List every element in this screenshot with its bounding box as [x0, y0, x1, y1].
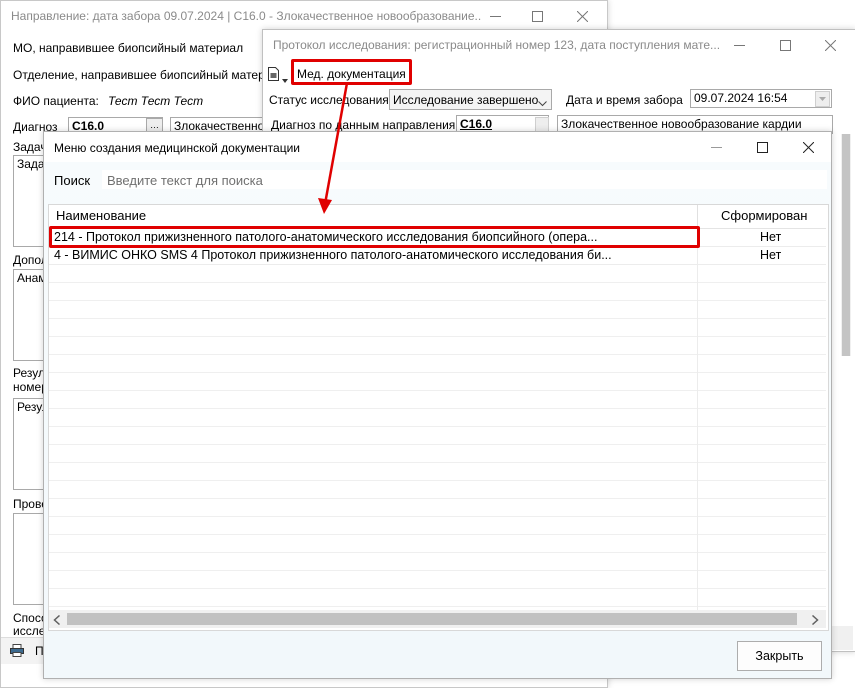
close-icon[interactable]: [810, 30, 850, 60]
minimize-icon[interactable]: [719, 30, 759, 60]
dialog-title: Меню создания медицинской документации: [54, 141, 300, 155]
direction-window-title: Направление: дата забора 09.07.2024 | C1…: [11, 9, 481, 23]
dialog-titlebar: Меню создания медицинской документации: [44, 132, 831, 162]
mo-label: МО, направившее биопсийный материал: [13, 41, 244, 55]
search-label: Поиск: [54, 173, 91, 188]
task-label: Задач: [13, 140, 47, 154]
search-placeholder: Введите текст для поиска: [107, 173, 263, 188]
row-formed-cell: Нет: [760, 248, 782, 262]
highlight-first-row: [49, 226, 700, 248]
horizontal-scrollbar[interactable]: [49, 610, 826, 628]
column-header-name[interactable]: Наименование: [56, 208, 146, 223]
horizontal-scrollbar-thumb[interactable]: [67, 613, 797, 625]
row-formed-cell: Нет: [760, 230, 782, 244]
method-label-line2: иссле: [13, 624, 46, 638]
close-dialog-button[interactable]: Закрыть: [737, 641, 822, 671]
row-name-cell: 4 - ВИМИС ОНКО SMS 4 Протокол прижизненн…: [54, 248, 612, 262]
printer-icon[interactable]: [10, 644, 24, 660]
scroll-left-icon[interactable]: [53, 614, 61, 628]
status-select-value: Исследование завершено: [393, 93, 539, 107]
column-divider: [697, 205, 698, 228]
collection-date-label: Дата и время забора: [566, 93, 683, 107]
direction-titlebar: Направление: дата забора 09.07.2024 | C1…: [1, 1, 607, 31]
direction-diagnosis-text-value: Злокачественное новообразование кардии: [561, 117, 802, 131]
minimize-icon[interactable]: [696, 132, 736, 162]
document-icon[interactable]: [267, 67, 280, 84]
dropdown-arrow-icon[interactable]: [282, 72, 288, 86]
maximize-icon[interactable]: [765, 30, 805, 60]
direction-diagnosis-label: Диагноз по данным направления: [271, 118, 456, 132]
patient-name: Тест Тест Тест: [108, 94, 204, 108]
direction-diagnosis-code-value: C16.0: [460, 117, 493, 131]
close-icon[interactable]: [562, 1, 602, 31]
minimize-icon[interactable]: [475, 1, 515, 31]
status-select[interactable]: Исследование завершено: [389, 89, 552, 110]
empty-grid-rows: [49, 265, 826, 610]
column-header-formed[interactable]: Сформирован: [721, 208, 807, 223]
maximize-icon[interactable]: [742, 132, 782, 162]
grid-column-line: [697, 229, 698, 610]
table-row[interactable]: 4 - ВИМИС ОНКО SMS 4 Протокол прижизненн…: [49, 247, 826, 265]
chevron-down-icon: [538, 96, 547, 109]
result-label-line1: Резул: [13, 366, 45, 380]
department-label: Отделение, направившее биопсийный матери…: [13, 68, 286, 82]
calendar-icon[interactable]: [815, 91, 830, 107]
protocol-titlebar: Протокол исследования: регистрационный н…: [263, 30, 855, 60]
annotation-arrow: [318, 82, 349, 214]
collection-date-field[interactable]: 09.07.2024 16:54: [690, 89, 832, 108]
patient-label: ФИО пациента:: [13, 94, 99, 108]
protocol-scrollbar-thumb[interactable]: [842, 134, 850, 356]
close-icon[interactable]: [788, 132, 828, 162]
maximize-icon[interactable]: [517, 1, 557, 31]
protocol-window-title: Протокол исследования: регистрационный н…: [273, 38, 721, 52]
scroll-right-icon[interactable]: [811, 614, 819, 628]
search-input[interactable]: Введите текст для поиска: [102, 170, 827, 189]
collection-date-value: 09.07.2024 16:54: [694, 91, 788, 105]
protocol-scrollbar[interactable]: [841, 134, 851, 356]
